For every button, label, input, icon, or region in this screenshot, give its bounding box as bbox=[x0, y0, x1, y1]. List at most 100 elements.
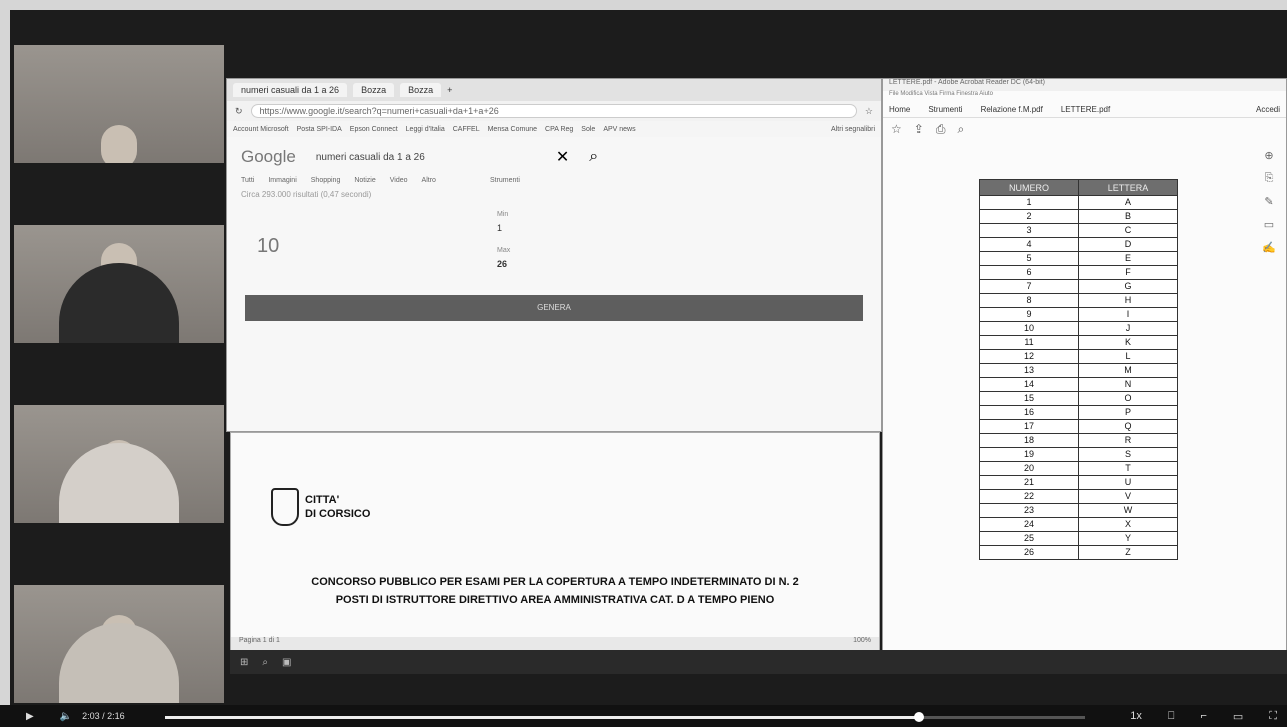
start-icon[interactable]: ⊞ bbox=[240, 657, 248, 668]
letter-cell: N bbox=[1078, 377, 1178, 392]
pdf-home-tab[interactable]: Home bbox=[889, 105, 910, 114]
tab-images[interactable]: Immagini bbox=[268, 177, 296, 184]
number-cell: 13 bbox=[979, 363, 1079, 378]
browser-tab[interactable]: Bozza bbox=[400, 83, 442, 97]
zoom-icon[interactable]: ⊕ bbox=[1264, 149, 1273, 162]
sign-icon[interactable]: ✍ bbox=[1262, 241, 1276, 254]
generate-button[interactable]: GENERA bbox=[245, 295, 863, 321]
search-icon[interactable]: ⌕ bbox=[957, 122, 964, 137]
table-row: 17 Q bbox=[979, 419, 1178, 434]
tab-more[interactable]: Altro bbox=[422, 177, 436, 184]
letter-cell: W bbox=[1078, 503, 1178, 518]
bookmark[interactable]: Leggi d'Italia bbox=[406, 126, 445, 133]
letter-cell: A bbox=[1078, 195, 1178, 210]
captions-icon[interactable]: ⎕ bbox=[1168, 710, 1175, 723]
rng-min-input[interactable]: 1 bbox=[497, 223, 502, 233]
table-row: 19 S bbox=[979, 447, 1178, 462]
fullscreen-icon[interactable]: ⛶ bbox=[1269, 710, 1277, 723]
tab-news[interactable]: Notizie bbox=[354, 177, 375, 184]
bookmark[interactable]: CAFFEL bbox=[453, 126, 480, 133]
miniplayer-icon[interactable]: ▭ bbox=[1233, 710, 1243, 723]
bookmark-icon[interactable]: ☆ bbox=[891, 122, 902, 136]
bookmark[interactable]: Epson Connect bbox=[350, 126, 398, 133]
number-cell: 26 bbox=[979, 545, 1079, 560]
bookmark[interactable]: Sole bbox=[581, 126, 595, 133]
reload-icon[interactable]: ↻ bbox=[235, 106, 243, 117]
number-cell: 18 bbox=[979, 433, 1079, 448]
number-cell: 1 bbox=[979, 195, 1079, 210]
number-cell: 23 bbox=[979, 503, 1079, 518]
search-icon[interactable]: ⌕ bbox=[262, 657, 268, 668]
number-cell: 2 bbox=[979, 209, 1079, 224]
number-cell: 19 bbox=[979, 447, 1079, 462]
pdf-tools-tab[interactable]: Strumenti bbox=[928, 105, 962, 114]
number-cell: 15 bbox=[979, 391, 1079, 406]
letter-table: NUMERO LETTERA 1 A 2 B 3 C 4 D 5 E 6 F 7 G 8 H 9 I 10 J 11 K 1… bbox=[979, 179, 1178, 560]
pdf-doc-tab[interactable]: Relazione f.M.pdf bbox=[981, 105, 1043, 114]
print-icon[interactable]: ⎙ bbox=[936, 122, 946, 137]
bookmark[interactable]: Posta SPI-IDA bbox=[297, 126, 342, 133]
browser-tab[interactable]: numeri casuali da 1 a 26 bbox=[233, 83, 348, 97]
tab-shopping[interactable]: Shopping bbox=[311, 177, 341, 184]
player-controls-right: 1x ⎕ ⌐ ▭ ⛶ bbox=[1130, 705, 1277, 727]
letter-cell: B bbox=[1078, 209, 1178, 224]
pdf-toolbar: Home Strumenti Relazione f.M.pdf LETTERE… bbox=[883, 101, 1286, 118]
new-tab-icon[interactable]: + bbox=[447, 85, 452, 95]
google-logo[interactable]: Google bbox=[241, 147, 296, 167]
tab-video[interactable]: Video bbox=[390, 177, 408, 184]
tab-tools[interactable]: Strumenti bbox=[490, 177, 520, 184]
progress-bar[interactable] bbox=[165, 712, 1085, 722]
table-row: 25 Y bbox=[979, 531, 1178, 546]
address-bar[interactable]: https://www.google.it/search?q=numeri+ca… bbox=[250, 104, 857, 118]
letter-cell: Y bbox=[1078, 531, 1178, 546]
play-icon[interactable]: ▶ bbox=[26, 711, 34, 722]
number-cell: 20 bbox=[979, 461, 1079, 476]
page-indicator: Pagina 1 di 1 bbox=[239, 637, 280, 644]
letter-cell: U bbox=[1078, 475, 1178, 490]
clear-icon[interactable]: ✕ bbox=[556, 147, 569, 167]
upload-icon[interactable]: ⇪ bbox=[914, 122, 924, 136]
volume-icon[interactable]: 🔈 bbox=[60, 711, 72, 722]
participant-tile-4 bbox=[14, 585, 224, 703]
search-icon[interactable]: ⌕ bbox=[589, 148, 598, 166]
pdf-reader-window: LETTERE.pdf - Adobe Acrobat Reader DC (6… bbox=[882, 78, 1287, 652]
table-row: 6F bbox=[979, 265, 1178, 280]
table-row: 23 W bbox=[979, 503, 1178, 518]
number-cell: 14 bbox=[979, 377, 1079, 392]
bookmark[interactable]: CPA Reg bbox=[545, 126, 573, 133]
pdf-menu[interactable]: File Modifica Vista Firma Finestra Aiuto bbox=[883, 91, 1286, 101]
letter-cell: D bbox=[1078, 237, 1178, 252]
zoom-level[interactable]: 100% bbox=[853, 637, 871, 651]
table-row: 4D bbox=[979, 237, 1178, 252]
table-row: 18 R bbox=[979, 433, 1178, 448]
comment-icon[interactable]: ▭ bbox=[1264, 218, 1274, 231]
bookmarks-bar: Account Microsoft Posta SPI-IDA Epson Co… bbox=[227, 121, 881, 137]
table-row: 22 V bbox=[979, 489, 1178, 504]
number-cell: 3 bbox=[979, 223, 1079, 238]
rng-max-input[interactable]: 26 bbox=[497, 259, 507, 269]
table-row: 11 K bbox=[979, 335, 1178, 350]
table-header: NUMERO bbox=[979, 179, 1079, 196]
sign-in-button[interactable]: Accedi bbox=[1256, 105, 1280, 114]
letter-cell: H bbox=[1078, 293, 1178, 308]
browser-tab[interactable]: Bozza bbox=[353, 83, 395, 97]
bookmark[interactable]: Mensa Comune bbox=[488, 126, 537, 133]
speed-button[interactable]: 1x bbox=[1130, 710, 1142, 722]
pdf-doc-tab[interactable]: LETTERE.pdf bbox=[1061, 105, 1110, 114]
edit-icon[interactable]: ✎ bbox=[1264, 195, 1273, 208]
bookmark[interactable]: APV news bbox=[603, 126, 635, 133]
star-icon[interactable]: ☆ bbox=[865, 106, 873, 117]
tab-all[interactable]: Tutti bbox=[241, 177, 254, 184]
bookmark[interactable]: Account Microsoft bbox=[233, 126, 289, 133]
search-input[interactable]: numeri casuali da 1 a 26 bbox=[316, 152, 536, 163]
number-cell: 5 bbox=[979, 251, 1079, 266]
letter-cell: Z bbox=[1078, 545, 1178, 560]
document-window: CITTA' DI CORSICO CONCORSO PUBBLICO PER … bbox=[230, 432, 880, 652]
cast-icon[interactable]: ⌐ bbox=[1200, 710, 1206, 722]
rng-result: 10 bbox=[257, 235, 280, 257]
city-logo: CITTA' DI CORSICO bbox=[271, 488, 370, 526]
bookmark[interactable]: Altri segnalibri bbox=[831, 126, 875, 133]
table-row: 16 P bbox=[979, 405, 1178, 420]
export-icon[interactable]: ⎘ bbox=[1265, 172, 1274, 185]
taskview-icon[interactable]: ▣ bbox=[282, 657, 291, 668]
